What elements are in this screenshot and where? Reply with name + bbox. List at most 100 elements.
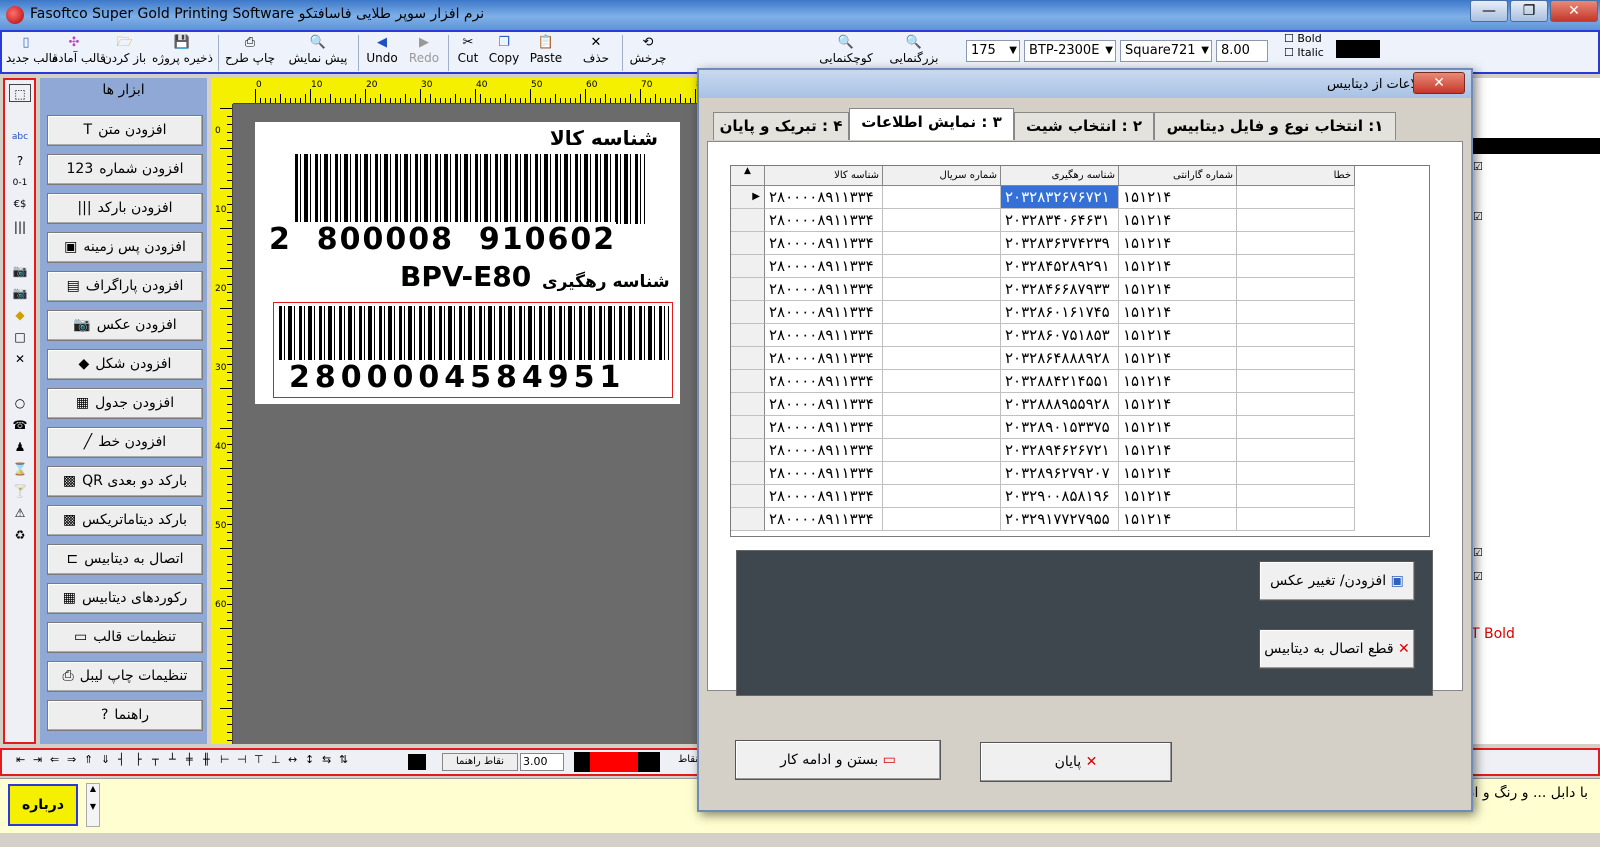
align-icon[interactable]: ⇓ bbox=[101, 753, 110, 766]
grid-cell[interactable]: ۲۰۳۲۸۴۵۲۸۹۲۹۱ bbox=[1001, 255, 1119, 278]
product-id-title[interactable]: شناسه کالا bbox=[550, 126, 658, 150]
grid-cell[interactable] bbox=[883, 278, 1001, 301]
grid-row-header[interactable] bbox=[731, 278, 765, 301]
grid-column-header[interactable]: خطا bbox=[1237, 166, 1355, 186]
barcode-1-text[interactable]: 2 800008 910602 bbox=[269, 222, 617, 257]
status-scrollbar[interactable]: ▲ ▼ bbox=[86, 783, 100, 827]
grid-cell[interactable] bbox=[883, 324, 1001, 347]
grid-cell[interactable]: ۲۸۰۰۰۰۸۹۱۱۳۳۴ bbox=[765, 439, 883, 462]
label-preview[interactable]: شناسه کالا 2 800008 910602 BPV-E80 شناسه… bbox=[255, 122, 680, 404]
barcode-2-text[interactable]: 2800004584951 bbox=[289, 360, 626, 395]
grid-cell[interactable] bbox=[1237, 485, 1355, 508]
delete-button[interactable]: ✕ حذف bbox=[576, 34, 616, 72]
printer-combo[interactable]: BTP-2300E ▼ bbox=[1024, 40, 1116, 62]
grid-cell[interactable]: ۲۸۰۰۰۰۸۹۱۱۳۳۴ bbox=[765, 324, 883, 347]
maximize-button[interactable]: ❐ bbox=[1510, 0, 1548, 22]
data-grid[interactable]: ▲ شناسه کالا ۲۸۰۰۰۰۸۹۱۱۳۳۴ ۲۸۰۰۰۰۸۹۱۱۳۳۴ ۲۸۰… bbox=[730, 165, 1430, 537]
tool-button[interactable]: ⊏ اتصال به دیتابیس bbox=[47, 544, 203, 575]
grid-cell[interactable]: ۲۰۳۲۹۱۷۷۲۷۹۵۵ bbox=[1001, 508, 1119, 531]
grid-cell[interactable]: ۲۰۳۲۸۸۸۹۵۵۹۲۸ bbox=[1001, 393, 1119, 416]
tool-button[interactable]: ▤ افزودن پاراگراف bbox=[47, 271, 203, 302]
new-template-button[interactable]: ▯ قالب جدید bbox=[6, 34, 58, 72]
property-checkbox[interactable]: ☑ bbox=[1473, 160, 1483, 173]
tool-button[interactable]: ⎙ تنظیمات چاپ لیبل bbox=[47, 661, 203, 692]
number-icon[interactable]: 0-1 bbox=[9, 174, 31, 192]
grid-row-header[interactable] bbox=[731, 301, 765, 324]
grid-cell[interactable]: ۱۵۱۲۱۴ bbox=[1119, 324, 1237, 347]
grid-cell[interactable]: ۲۰۳۲۸۹۰۱۵۳۳۷۵ bbox=[1001, 416, 1119, 439]
tab-finish[interactable]: ۴ : تبریک و پایان bbox=[713, 112, 849, 140]
tool-button[interactable]: ◆ افزودن شکل bbox=[47, 349, 203, 380]
align-icon[interactable]: ├ bbox=[135, 753, 142, 766]
align-icon[interactable]: ⇅ bbox=[339, 753, 348, 766]
tool-button[interactable]: ▦ رکوردهای دیتابیس bbox=[47, 583, 203, 614]
tool-button[interactable]: 123 افزودن شماره bbox=[47, 154, 203, 185]
redo-button[interactable]: ▶ Redo bbox=[406, 34, 442, 72]
tool-button[interactable]: T افزودن متن bbox=[47, 115, 203, 146]
circle-icon[interactable]: ○ bbox=[9, 394, 31, 412]
grid-cell[interactable]: ۲۸۰۰۰۰۸۹۱۱۳۳۴ bbox=[765, 209, 883, 232]
grid-cell[interactable]: ۱۵۱۲۱۴ bbox=[1119, 370, 1237, 393]
grid-cell[interactable]: ۲۰۳۲۸۶۰۷۵۱۸۵۳ bbox=[1001, 324, 1119, 347]
grid-cell[interactable] bbox=[1237, 393, 1355, 416]
align-icon[interactable]: ⊢ bbox=[220, 753, 230, 766]
grid-cell[interactable]: ۱۵۱۲۱۴ bbox=[1119, 416, 1237, 439]
tool-button[interactable]: ▩ بارکد دیتاماتریکس bbox=[47, 505, 203, 536]
tool-button[interactable]: ▣ افزودن پس زمینه bbox=[47, 232, 203, 263]
ready-template-button[interactable]: ✣ قالب آماده bbox=[52, 34, 106, 72]
grid-cell[interactable]: ۲۰۳۲۸۸۴۲۱۴۵۵۱ bbox=[1001, 370, 1119, 393]
grid-cell[interactable]: ۱۵۱۲۱۴ bbox=[1119, 347, 1237, 370]
grid-cell[interactable] bbox=[883, 462, 1001, 485]
grid-cell[interactable]: ۲۸۰۰۰۰۸۹۱۱۳۳۴ bbox=[765, 416, 883, 439]
grid-cell[interactable] bbox=[883, 485, 1001, 508]
grid-cell[interactable]: ۲۰۳۲۸۴۶۶۸۷۹۳۳ bbox=[1001, 278, 1119, 301]
barcode-icon[interactable]: ||| bbox=[9, 218, 31, 236]
italic-checkbox[interactable]: ☐ Italic bbox=[1284, 46, 1324, 59]
grid-cell[interactable] bbox=[1237, 232, 1355, 255]
grid-cell[interactable]: ۱۵۱۲۱۴ bbox=[1119, 393, 1237, 416]
grid-cell[interactable] bbox=[1237, 255, 1355, 278]
grid-cell[interactable]: ۲۸۰۰۰۰۸۹۱۱۳۳۴ bbox=[765, 232, 883, 255]
tool-button[interactable]: ▦ افزودن جدول bbox=[47, 388, 203, 419]
align-icon[interactable]: ┬ bbox=[152, 753, 159, 766]
spell-icon[interactable]: abc bbox=[9, 128, 31, 146]
add-image-button[interactable]: ▣ افزودن/ تغییر عکس bbox=[1259, 561, 1415, 601]
property-checkbox[interactable]: ☑ bbox=[1473, 546, 1483, 559]
grid-cell[interactable]: ۱۵۱۲۱۴ bbox=[1119, 508, 1237, 531]
grid-cell[interactable] bbox=[1237, 347, 1355, 370]
warning-icon[interactable]: ⚠ bbox=[9, 504, 31, 522]
grid-column-header[interactable]: شناسه رهگیری bbox=[1001, 166, 1119, 186]
font-name-combo[interactable]: Square721 ▼ bbox=[1120, 40, 1212, 62]
grid-cell[interactable] bbox=[1237, 278, 1355, 301]
grid-row-header[interactable] bbox=[731, 324, 765, 347]
grid-row-header[interactable] bbox=[731, 416, 765, 439]
grid-cell[interactable]: ۲۸۰۰۰۰۸۹۱۱۳۳۴ bbox=[765, 255, 883, 278]
grid-cell[interactable] bbox=[883, 209, 1001, 232]
camera-red-icon[interactable]: 📷 bbox=[9, 284, 31, 302]
grid-cell[interactable] bbox=[1237, 186, 1355, 209]
save-project-button[interactable]: 💾 ذخیره پروژه bbox=[152, 34, 213, 72]
grid-cell[interactable]: ۲۸۰۰۰۰۸۹۱۱۳۳۴ bbox=[765, 393, 883, 416]
tool-button[interactable]: 📷 افزودن عکس bbox=[47, 310, 203, 341]
grid-cell[interactable] bbox=[1237, 508, 1355, 531]
grid-column-header[interactable]: شناسه کالا bbox=[765, 166, 883, 186]
paste-button[interactable]: 📋 Paste bbox=[526, 34, 566, 72]
align-icon[interactable]: ↕ bbox=[305, 753, 314, 766]
grid-cell[interactable]: ۱۵۱۲۱۴ bbox=[1119, 209, 1237, 232]
close-continue-button[interactable]: ▭ بستن و ادامه کار bbox=[735, 740, 941, 780]
disconnect-database-button[interactable]: ✕ قطع اتصال به دیتابیس bbox=[1259, 629, 1415, 669]
tracking-id-title[interactable]: شناسه رهگیری bbox=[542, 272, 670, 292]
grid-cell[interactable]: ۲۰۳۲۸۳۲۶۷۶۷۲۱ bbox=[1001, 186, 1119, 209]
hourglass-icon[interactable]: ⌛ bbox=[9, 460, 31, 478]
finish-button[interactable]: ✕ پایان bbox=[980, 742, 1172, 782]
recycle-icon[interactable]: ♻ bbox=[9, 526, 31, 544]
guide-color-swatch[interactable] bbox=[408, 754, 426, 770]
align-icon[interactable]: ↔ bbox=[288, 753, 297, 766]
grid-cell[interactable]: ۱۵۱۲۱۴ bbox=[1119, 485, 1237, 508]
grid-cell[interactable]: ۲۸۰۰۰۰۸۹۱۱۳۳۴ bbox=[765, 347, 883, 370]
grid-cell[interactable] bbox=[883, 232, 1001, 255]
grid-cell[interactable]: ۲۰۳۲۸۹۶۲۷۹۲۰۷ bbox=[1001, 462, 1119, 485]
grid-cell[interactable]: ۲۸۰۰۰۰۸۹۱۱۳۳۴ bbox=[765, 508, 883, 531]
grid-cell[interactable]: ۲۸۰۰۰۰۸۹۱۱۳۳۴ bbox=[765, 278, 883, 301]
grid-row-header[interactable] bbox=[731, 485, 765, 508]
